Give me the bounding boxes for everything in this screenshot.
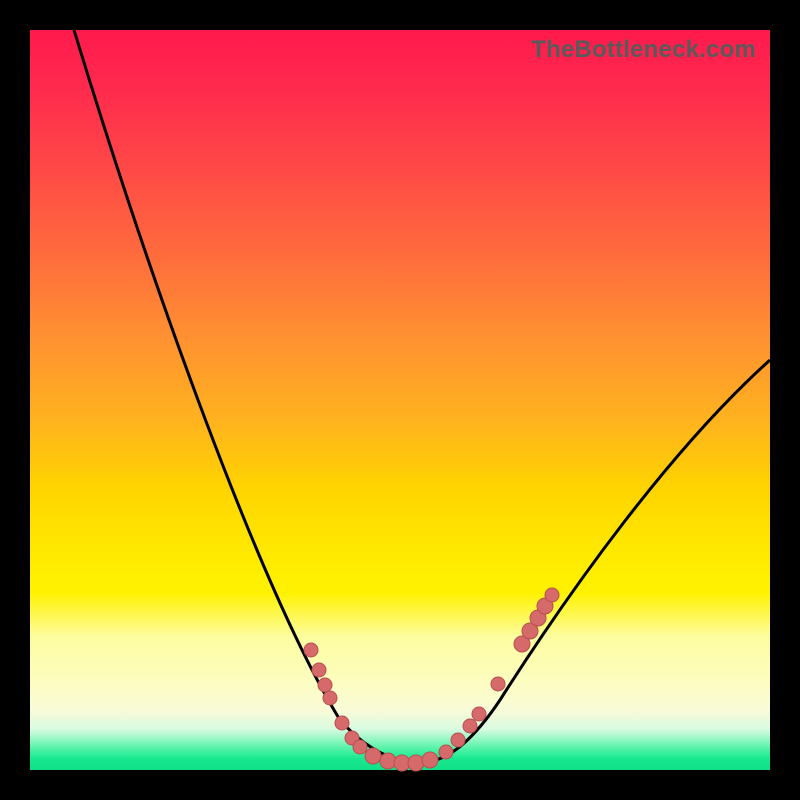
marker <box>335 716 349 730</box>
marker <box>380 753 396 769</box>
curve-left <box>74 30 770 762</box>
marker <box>323 691 337 705</box>
marker-group <box>304 588 559 771</box>
plot-area: TheBottleneck.com <box>30 30 770 770</box>
marker <box>463 719 477 733</box>
marker <box>422 752 438 768</box>
marker <box>451 733 465 747</box>
marker <box>304 643 318 657</box>
marker <box>472 707 486 721</box>
bottleneck-chart <box>30 30 770 770</box>
marker <box>312 663 326 677</box>
marker <box>318 678 332 692</box>
marker <box>365 748 381 764</box>
marker <box>353 740 367 754</box>
marker <box>408 755 424 771</box>
curve-right-thin <box>425 360 770 762</box>
marker <box>545 588 559 602</box>
outer-frame: TheBottleneck.com <box>0 0 800 800</box>
marker <box>439 745 453 759</box>
marker <box>491 677 505 691</box>
